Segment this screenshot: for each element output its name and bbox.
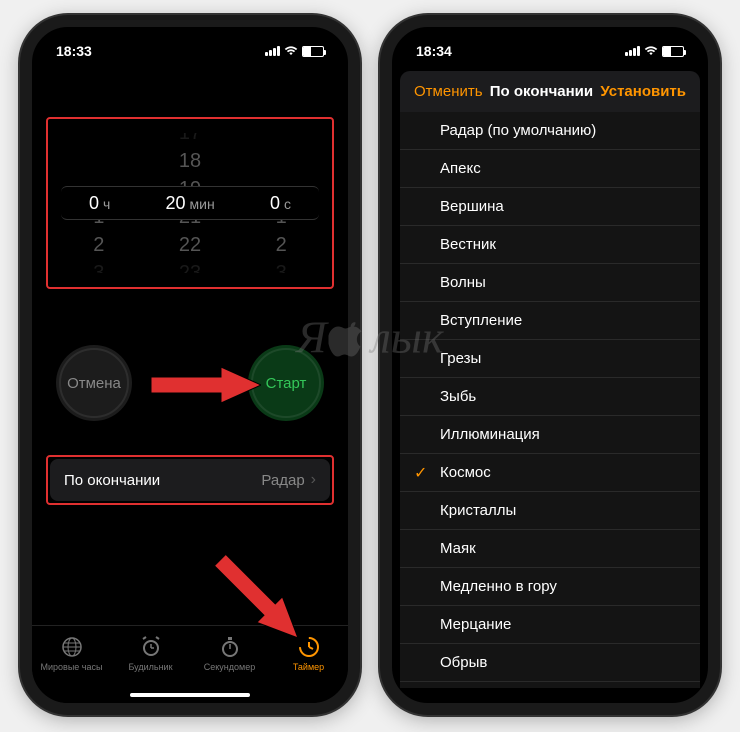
sound-item-label: Медленно в гору <box>440 578 557 595</box>
sound-item-label: Вестник <box>440 236 496 253</box>
picker-seconds: 0 <box>270 193 280 213</box>
picker-selected-row: 0ч 20мин 0с <box>61 186 318 220</box>
timer-icon <box>296 634 322 660</box>
sound-item-label: Иллюминация <box>440 426 540 443</box>
globe-icon <box>59 634 85 660</box>
picker-hours: 0 <box>89 193 99 213</box>
sound-item-label: Мерцание <box>440 616 511 633</box>
sound-item[interactable]: Медленно в гору <box>400 568 700 606</box>
tab-stopwatch-label: Секундомер <box>204 662 255 672</box>
picker-minutes: 20 <box>166 193 186 213</box>
tab-alarm[interactable]: Будильник <box>111 634 190 672</box>
tab-world-clock[interactable]: Мировые часы <box>32 634 111 672</box>
sound-list[interactable]: Радар (по умолчанию) Апекс Вершина Вестник В… <box>400 112 700 688</box>
tab-timer-label: Таймер <box>293 662 324 672</box>
wifi-icon <box>284 46 298 56</box>
notch <box>475 27 625 53</box>
tab-bar: Мировые часы Будильник Секундомер Таймер <box>32 625 348 703</box>
sound-item[interactable]: Грезы <box>400 340 700 378</box>
when-done-value: Радар › <box>261 471 316 489</box>
phone-right: 18:34 Отменить По окончании Установить Р… <box>380 15 720 715</box>
annotation-arrow-start <box>151 367 261 403</box>
sound-item[interactable]: Волны <box>400 264 700 302</box>
checkmark-icon: ✓ <box>414 463 427 483</box>
sound-item-label: Вступление <box>440 312 522 329</box>
tab-alarm-label: Будильник <box>128 662 172 672</box>
time-picker-highlight: 1 2 3 17 18 19 21 22 23 <box>46 117 334 289</box>
modal-cancel-button[interactable]: Отменить <box>414 83 483 100</box>
home-indicator[interactable] <box>130 693 250 697</box>
phone-left: 18:33 1 2 3 17 18 <box>20 15 360 715</box>
modal-header: Отменить По окончании Установить <box>400 71 700 112</box>
status-time: 18:34 <box>416 43 452 59</box>
cancel-button[interactable]: Отмена <box>56 345 132 421</box>
status-icons <box>265 46 324 57</box>
sound-item[interactable]: Мерцание <box>400 606 700 644</box>
when-done-highlight: По окончании Радар › <box>46 455 334 505</box>
notch <box>115 27 265 53</box>
sound-item[interactable]: ✓ Космос <box>400 454 700 492</box>
sound-item-label: Волны <box>440 274 486 291</box>
status-icons <box>625 46 684 57</box>
tab-stopwatch[interactable]: Секундомер <box>190 634 269 672</box>
sound-item[interactable]: Кристаллы <box>400 492 700 530</box>
sound-item-label: Грезы <box>440 350 481 367</box>
sound-item-label: Маяк <box>440 540 476 557</box>
action-row: Отмена Старт <box>46 345 334 421</box>
timer-screen: 1 2 3 17 18 19 21 22 23 <box>32 65 348 703</box>
stopwatch-icon <box>217 634 243 660</box>
sound-item-label: Обрыв <box>440 654 487 671</box>
sound-item[interactable]: Отражение <box>400 682 700 688</box>
sound-item-label: Зыбь <box>440 388 476 405</box>
sound-item[interactable]: Вступление <box>400 302 700 340</box>
alarm-icon <box>138 634 164 660</box>
wifi-icon <box>644 46 658 56</box>
tab-world-label: Мировые часы <box>41 662 103 672</box>
sound-item[interactable]: Вершина <box>400 188 700 226</box>
sound-item-label: Апекс <box>440 160 481 177</box>
sound-item[interactable]: Радар (по умолчанию) <box>400 112 700 150</box>
sound-item-label: Космос <box>440 464 491 481</box>
sound-item-label: Кристаллы <box>440 502 516 519</box>
sound-item-label: Радар (по умолчанию) <box>440 122 596 139</box>
sound-item[interactable]: Иллюминация <box>400 416 700 454</box>
cellular-icon <box>265 46 280 56</box>
sound-item[interactable]: Вестник <box>400 226 700 264</box>
chevron-right-icon: › <box>311 471 316 489</box>
when-done-row[interactable]: По окончании Радар › <box>50 459 330 501</box>
sound-item[interactable]: Апекс <box>400 150 700 188</box>
sound-item[interactable]: Обрыв <box>400 644 700 682</box>
sound-item-label: Вершина <box>440 198 504 215</box>
battery-icon <box>302 46 324 57</box>
when-done-label: По окончании <box>64 472 160 489</box>
modal-title: По окончании <box>490 83 593 100</box>
cellular-icon <box>625 46 640 56</box>
time-picker[interactable]: 1 2 3 17 18 19 21 22 23 <box>56 133 324 273</box>
status-time: 18:33 <box>56 43 92 59</box>
modal-set-button[interactable]: Установить <box>600 83 686 100</box>
sound-item[interactable]: Маяк <box>400 530 700 568</box>
sound-item[interactable]: Зыбь <box>400 378 700 416</box>
battery-icon <box>662 46 684 57</box>
